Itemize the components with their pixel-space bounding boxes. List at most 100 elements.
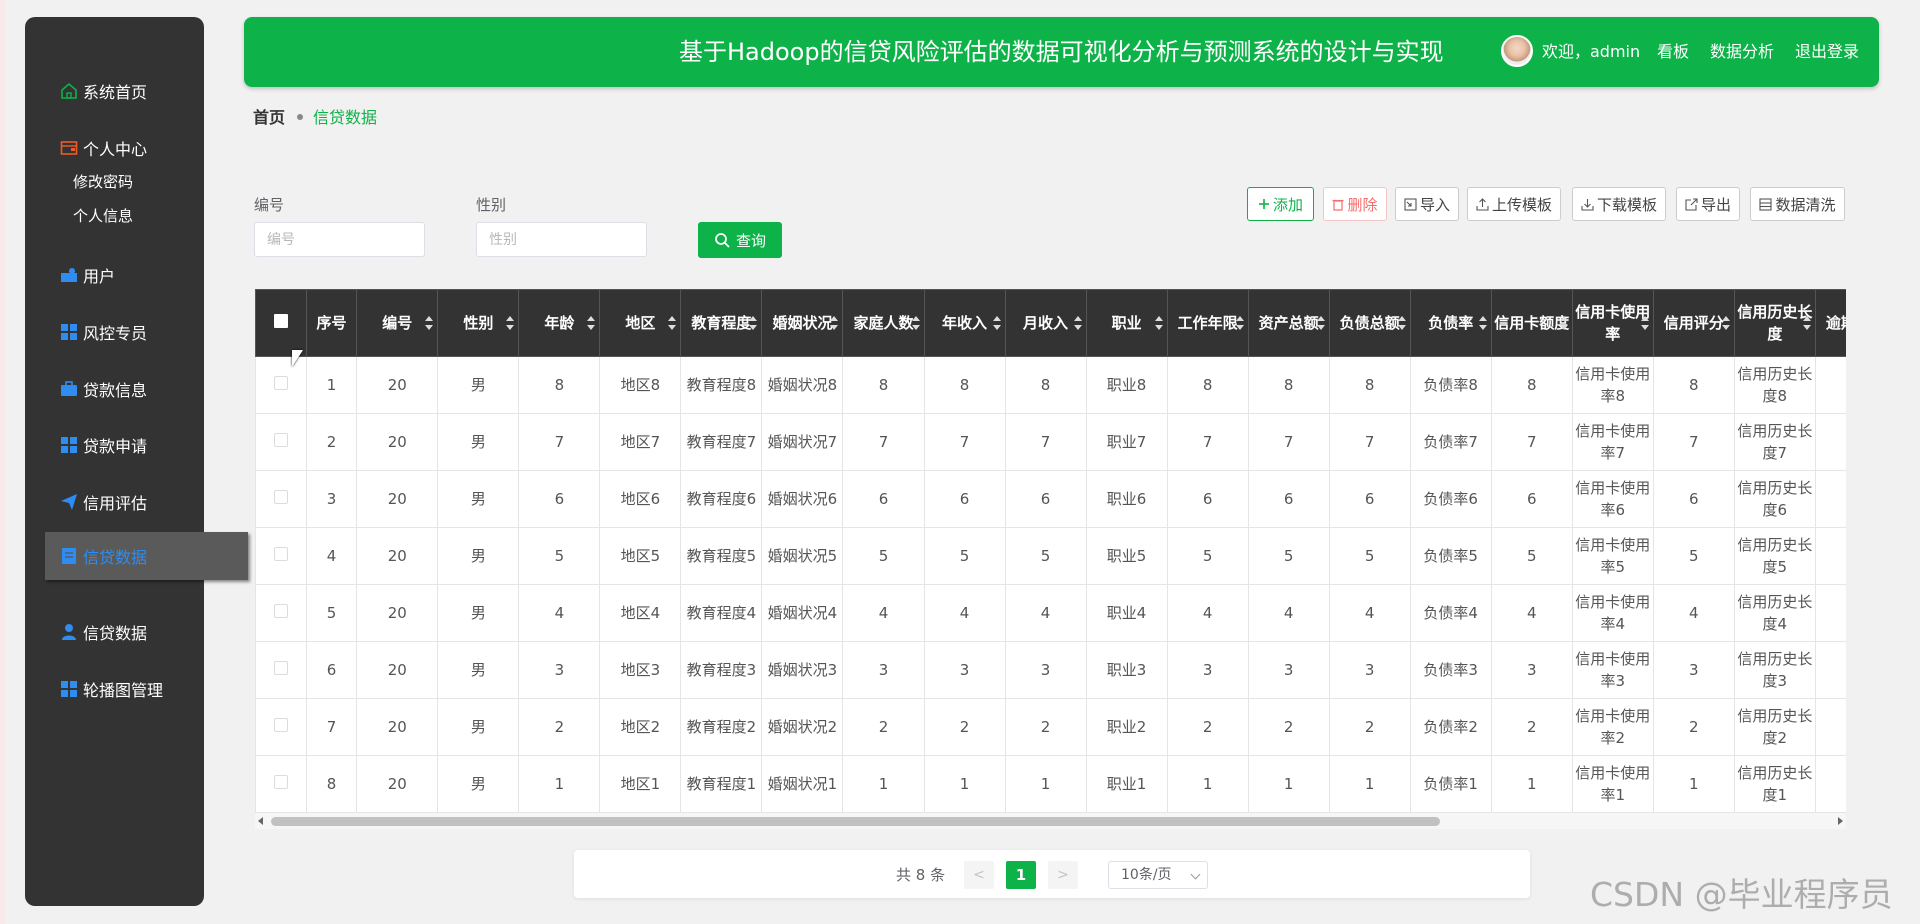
export-button[interactable]: 导出 bbox=[1676, 187, 1740, 221]
sidebar-item-carousel[interactable]: 轮播图管理 bbox=[25, 671, 204, 707]
row-select-cell[interactable] bbox=[255, 527, 307, 585]
column-header[interactable]: 地区 bbox=[599, 289, 682, 357]
sort-icon[interactable] bbox=[425, 316, 434, 330]
scroll-right-arrow-icon[interactable] bbox=[1838, 817, 1843, 825]
row-select-cell[interactable] bbox=[255, 755, 307, 813]
table-row[interactable]: 7 20 男 2 地区2 教育程度2 婚姻状况2 2 2 2 职业2 2 2 2 负债率2 2 信用卡使用率2 2… bbox=[255, 698, 1846, 756]
header-link-dashboard[interactable]: 看板 bbox=[1657, 17, 1689, 87]
row-select-cell[interactable] bbox=[255, 641, 307, 699]
column-header[interactable]: 逾期次数 bbox=[1814, 289, 1846, 357]
column-header[interactable]: 信用卡使用率 bbox=[1571, 289, 1654, 357]
upload-template-button[interactable]: 上传模板 bbox=[1467, 187, 1561, 221]
column-header[interactable]: 负债率 bbox=[1409, 289, 1492, 357]
sort-icon[interactable] bbox=[506, 316, 515, 330]
row-select-cell[interactable] bbox=[255, 584, 307, 642]
sort-icon[interactable] bbox=[1640, 316, 1649, 330]
column-header[interactable]: 序号 bbox=[305, 289, 358, 357]
header-link-logout[interactable]: 退出登录 bbox=[1795, 17, 1859, 87]
sidebar-item-credit-data[interactable]: 信贷数据 bbox=[25, 614, 204, 650]
page-size-select[interactable]: 10条/页 bbox=[1108, 861, 1208, 889]
row-checkbox[interactable] bbox=[273, 775, 288, 789]
sidebar-item-credit-evaluation[interactable]: 信用评估 bbox=[25, 484, 204, 520]
sort-icon[interactable] bbox=[1559, 316, 1568, 330]
page-number-1[interactable]: 1 bbox=[1006, 861, 1036, 889]
sidebar-item-loan-application[interactable]: 贷款申请 bbox=[25, 427, 204, 463]
import-button[interactable]: 导入 bbox=[1395, 187, 1459, 221]
row-checkbox[interactable] bbox=[273, 718, 288, 732]
sort-icon[interactable] bbox=[911, 316, 920, 330]
row-select-cell[interactable] bbox=[255, 698, 307, 756]
row-checkbox[interactable] bbox=[273, 547, 288, 561]
column-header[interactable]: 性别 bbox=[437, 289, 520, 357]
table-row[interactable]: 4 20 男 5 地区5 教育程度5 婚姻状况5 5 5 5 职业5 5 5 5 负债率5 5 信用卡使用率5 5… bbox=[255, 527, 1846, 585]
sort-icon[interactable] bbox=[1316, 316, 1325, 330]
id-search-input[interactable] bbox=[254, 222, 425, 257]
row-checkbox[interactable] bbox=[273, 433, 288, 447]
sort-icon[interactable] bbox=[1721, 316, 1730, 330]
breadcrumb-home[interactable]: 首页 bbox=[253, 108, 285, 127]
sidebar-item-personal-center[interactable]: 个人中心 bbox=[25, 130, 204, 166]
column-header[interactable]: 信用评分 bbox=[1652, 289, 1735, 357]
search-button[interactable]: 查询 bbox=[698, 222, 782, 258]
column-header[interactable]: 信用卡额度 bbox=[1490, 289, 1573, 357]
row-select-cell[interactable] bbox=[255, 470, 307, 528]
sort-icon[interactable] bbox=[587, 316, 596, 330]
data-cleaning-button[interactable]: 数据清洗 bbox=[1750, 187, 1845, 221]
row-checkbox[interactable] bbox=[273, 661, 288, 675]
table-row[interactable]: 1 20 男 8 地区8 教育程度8 婚姻状况8 8 8 8 职业8 8 8 8 负债率8 8 信用卡使用率8 8… bbox=[255, 356, 1846, 414]
column-header[interactable]: 资产总额 bbox=[1247, 289, 1330, 357]
avatar[interactable] bbox=[1501, 35, 1533, 67]
sort-icon[interactable] bbox=[1073, 316, 1082, 330]
sort-icon[interactable] bbox=[1235, 316, 1244, 330]
column-header[interactable]: 年收入 bbox=[923, 289, 1006, 357]
prev-page-button[interactable]: < bbox=[964, 861, 994, 889]
column-header[interactable]: 年龄 bbox=[518, 289, 601, 357]
sort-icon[interactable] bbox=[1802, 316, 1811, 330]
table-row[interactable]: 3 20 男 6 地区6 教育程度6 婚姻状况6 6 6 6 职业6 6 6 6 负债率6 6 信用卡使用率6 6… bbox=[255, 470, 1846, 528]
sidebar-item-risk-officer[interactable]: 风控专员 bbox=[25, 314, 204, 350]
table-row[interactable]: 8 20 男 1 地区1 教育程度1 婚姻状况1 1 1 1 职业1 1 1 1 负债率1 1 信用卡使用率1 1… bbox=[255, 755, 1846, 813]
gender-search-input[interactable] bbox=[476, 222, 647, 257]
horizontal-scrollbar[interactable] bbox=[255, 813, 1846, 829]
column-header[interactable]: 家庭人数 bbox=[842, 289, 925, 357]
table-row[interactable]: 5 20 男 4 地区4 教育程度4 婚姻状况4 4 4 4 职业4 4 4 4 负债率4 4 信用卡使用率4 4… bbox=[255, 584, 1846, 642]
table-cell: 8 bbox=[1004, 356, 1087, 414]
delete-button[interactable]: 删除 bbox=[1323, 187, 1387, 221]
select-all-checkbox[interactable] bbox=[273, 314, 288, 328]
sort-icon[interactable] bbox=[668, 316, 677, 330]
sort-icon[interactable] bbox=[992, 316, 1001, 330]
column-header[interactable]: 工作年限 bbox=[1166, 289, 1249, 357]
column-header[interactable]: 负债总额 bbox=[1328, 289, 1411, 357]
scroll-left-arrow-icon[interactable] bbox=[258, 817, 263, 825]
sidebar-item-credit-data-active[interactable]: 信贷数据 bbox=[45, 532, 248, 580]
add-button[interactable]: 添加 bbox=[1247, 187, 1314, 221]
row-checkbox[interactable] bbox=[273, 376, 288, 390]
column-header[interactable]: 教育程度 bbox=[680, 289, 763, 357]
header-link-data-analysis[interactable]: 数据分析 bbox=[1710, 17, 1774, 87]
sort-icon[interactable] bbox=[1478, 316, 1487, 330]
sidebar-item-loan-info[interactable]: 贷款信息 bbox=[25, 371, 204, 407]
column-header[interactable]: 职业 bbox=[1085, 289, 1168, 357]
column-header[interactable]: 婚姻状况 bbox=[761, 289, 844, 357]
sort-icon[interactable] bbox=[749, 316, 758, 330]
row-select-cell[interactable] bbox=[255, 413, 307, 471]
select-all-header[interactable] bbox=[255, 289, 307, 357]
table-row[interactable]: 6 20 男 3 地区3 教育程度3 婚姻状况3 3 3 3 职业3 3 3 3 负债率3 3 信用卡使用率3 3… bbox=[255, 641, 1846, 699]
sidebar-item-home[interactable]: 系统首页 bbox=[25, 73, 204, 109]
sort-icon[interactable] bbox=[1154, 316, 1163, 330]
sort-icon[interactable] bbox=[1397, 316, 1406, 330]
column-header[interactable]: 信用历史长度 bbox=[1733, 289, 1816, 357]
row-checkbox[interactable] bbox=[273, 490, 288, 504]
column-header[interactable]: 月收入 bbox=[1004, 289, 1087, 357]
sidebar-subitem-change-password[interactable]: 修改密码 bbox=[73, 171, 133, 192]
row-checkbox[interactable] bbox=[273, 604, 288, 618]
table-cell: 3 bbox=[1247, 641, 1330, 699]
sidebar-item-users[interactable]: 用户 bbox=[25, 257, 204, 293]
column-header[interactable]: 编号 bbox=[356, 289, 439, 357]
sort-icon[interactable] bbox=[830, 316, 839, 330]
download-template-button[interactable]: 下载模板 bbox=[1572, 187, 1666, 221]
sidebar-subitem-personal-info[interactable]: 个人信息 bbox=[73, 205, 133, 226]
next-page-button[interactable]: > bbox=[1048, 861, 1078, 889]
table-row[interactable]: 2 20 男 7 地区7 教育程度7 婚姻状况7 7 7 7 职业7 7 7 7 负债率7 7 信用卡使用率7 7… bbox=[255, 413, 1846, 471]
scrollbar-thumb[interactable] bbox=[271, 817, 1440, 826]
